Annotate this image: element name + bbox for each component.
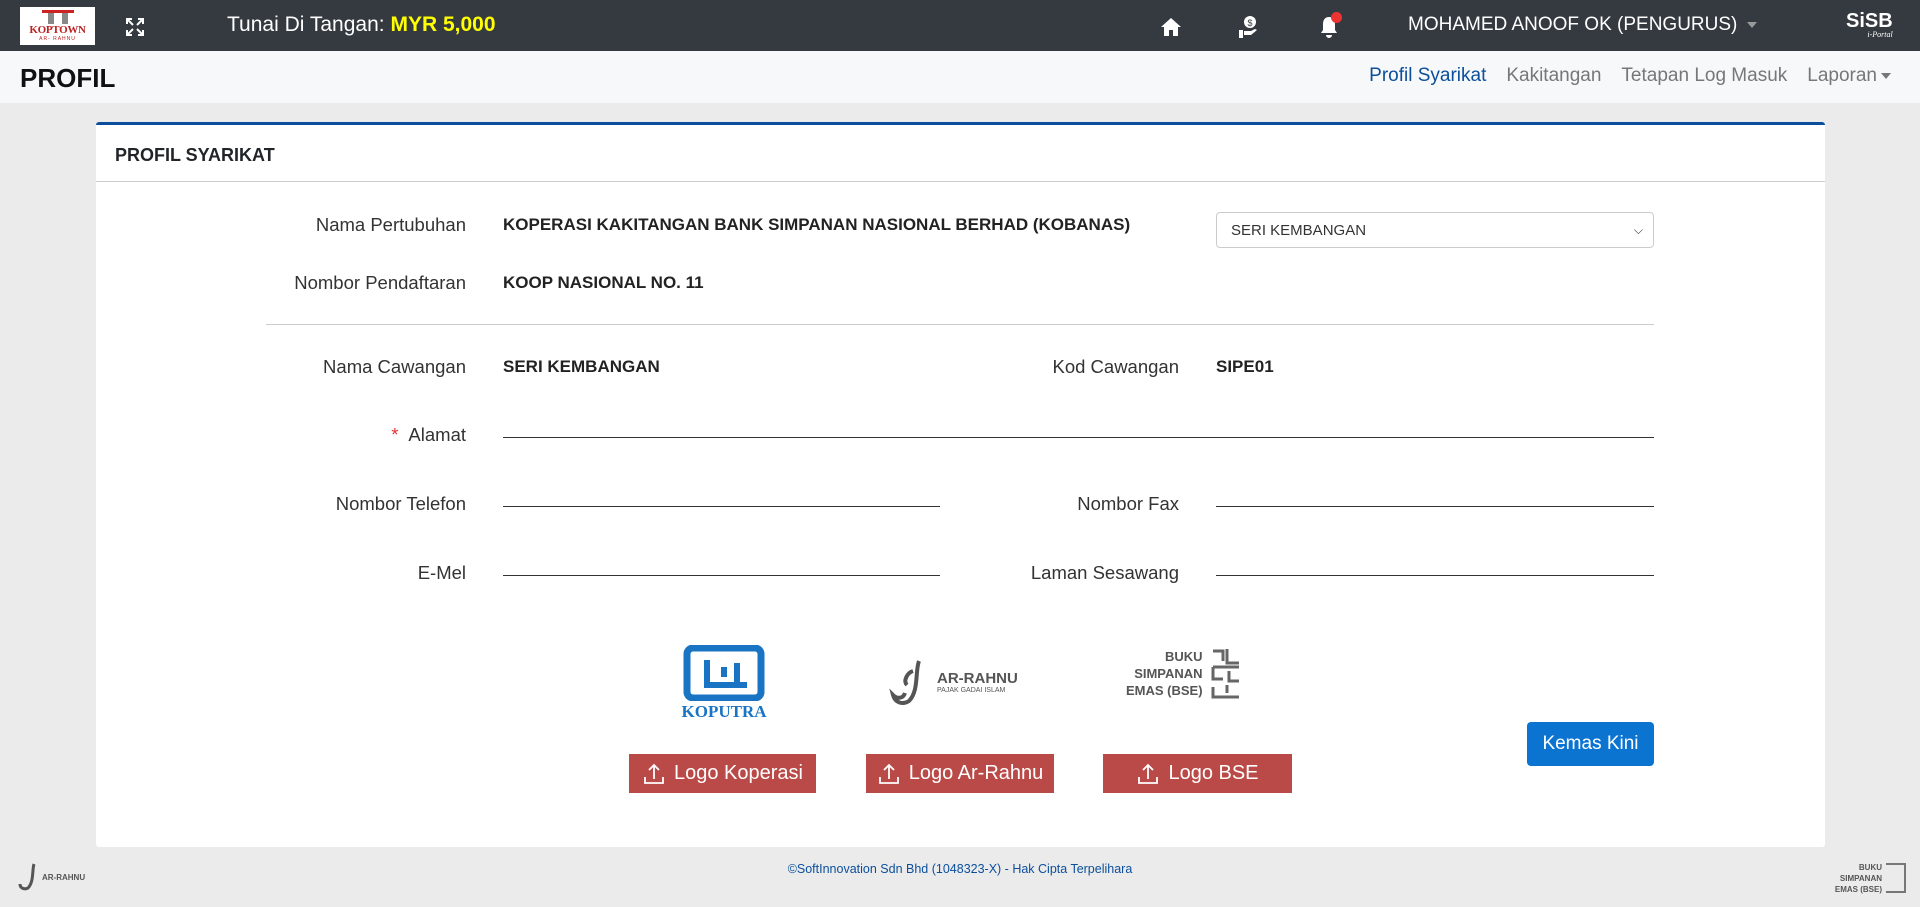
- value-kod-cawangan: SIPE01: [1216, 357, 1274, 376]
- page-title: PROFIL: [20, 63, 116, 93]
- label-alamat: * Alamat: [391, 424, 466, 445]
- nav-kakitangan[interactable]: Kakitangan: [1506, 65, 1601, 87]
- label-emel: E-Mel: [417, 562, 466, 583]
- upload-icon: [1138, 763, 1159, 784]
- nav-tetapan-log-masuk[interactable]: Tetapan Log Masuk: [1621, 65, 1787, 87]
- value-nama-pertubuhan: KOPERASI KAKITANGAN BANK SIMPANAN NASION…: [503, 215, 1131, 234]
- label-nama-cawangan: Nama Cawangan: [323, 356, 466, 377]
- laman-sesawang-input[interactable]: [1216, 575, 1654, 576]
- page-header: PROFIL Profil Syarikat Kakitangan Tetapa…: [0, 51, 1920, 103]
- branch-select[interactable]: SERI KEMBANGAN ⌵: [1216, 212, 1654, 248]
- cash-on-hand: Tunai Di Tangan: MYR 5,000: [227, 13, 496, 36]
- bell-icon[interactable]: [1316, 0, 1342, 51]
- caret-down-icon: [1747, 21, 1758, 28]
- label-kod-cawangan: Kod Cawangan: [1052, 356, 1179, 377]
- koputra-logo: KOPUTRA: [664, 644, 784, 722]
- chevron-down-icon: ⌵: [1633, 223, 1643, 237]
- bse-logo: BUKU SIMPANAN EMAS (BSE): [1126, 647, 1266, 699]
- footer-bse-mark: [1886, 863, 1906, 893]
- fax-input[interactable]: [1216, 506, 1654, 507]
- company-profile-card: PROFIL SYARIKAT Nama Pertubuhan KOPERASI…: [96, 122, 1825, 847]
- divider: [266, 324, 1654, 325]
- upload-logo-koperasi-button[interactable]: Logo Koperasi: [629, 754, 816, 793]
- card-title: PROFIL SYARIKAT: [115, 145, 275, 165]
- page-nav: Profil Syarikat Kakitangan Tetapan Log M…: [1369, 65, 1891, 87]
- user-menu[interactable]: MOHAMED ANOOF OK (PENGURUS): [1408, 14, 1758, 36]
- card-header: PROFIL SYARIKAT: [96, 125, 1825, 182]
- nav-profil-syarikat[interactable]: Profil Syarikat: [1369, 65, 1486, 87]
- home-icon[interactable]: [1158, 0, 1184, 51]
- label-nombor-pendaftaran: Nombor Pendaftaran: [294, 272, 466, 293]
- money-hand-icon[interactable]: $: [1236, 0, 1262, 51]
- kemas-kini-button[interactable]: Kemas Kini: [1527, 722, 1654, 766]
- ar-rahnu-logo: AR-RAHNU PAJAK GADAI ISLAM: [889, 657, 1039, 707]
- alamat-input[interactable]: [503, 437, 1654, 438]
- upload-icon: [644, 763, 664, 784]
- svg-text:$: $: [1247, 18, 1252, 28]
- value-nombor-pendaftaran: KOOP NASIONAL NO. 11: [503, 273, 704, 292]
- notification-badge: [1331, 12, 1342, 23]
- label-nombor-telefon: Nombor Telefon: [335, 493, 466, 514]
- label-nombor-fax: Nombor Fax: [1077, 493, 1179, 514]
- upload-logo-ar-rahnu-button[interactable]: Logo Ar-Rahnu: [866, 754, 1054, 793]
- nav-laporan[interactable]: Laporan: [1807, 65, 1891, 87]
- caret-down-icon: [1881, 72, 1891, 79]
- upload-icon: [878, 763, 899, 784]
- footer-bse-logo: BUKU SIMPANAN EMAS (BSE): [1834, 863, 1882, 894]
- footer-copyright: ©SoftInnovation Sdn Bhd (1048323-X) - Ha…: [787, 862, 1133, 876]
- label-nama-pertubuhan: Nama Pertubuhan: [315, 214, 466, 235]
- top-bar: KOPTOWN AR- RAHNU Tunai Di Tangan: MYR 5…: [0, 0, 1920, 51]
- expand-icon[interactable]: [122, 0, 148, 51]
- value-nama-cawangan: SERI KEMBANGAN: [503, 357, 660, 376]
- koptown-logo[interactable]: KOPTOWN AR- RAHNU: [20, 7, 95, 45]
- sisb-logo: SiSB i-Portal: [1846, 10, 1893, 39]
- upload-logo-bse-button[interactable]: Logo BSE: [1103, 754, 1292, 793]
- label-laman-sesawang: Laman Sesawang: [1030, 562, 1179, 583]
